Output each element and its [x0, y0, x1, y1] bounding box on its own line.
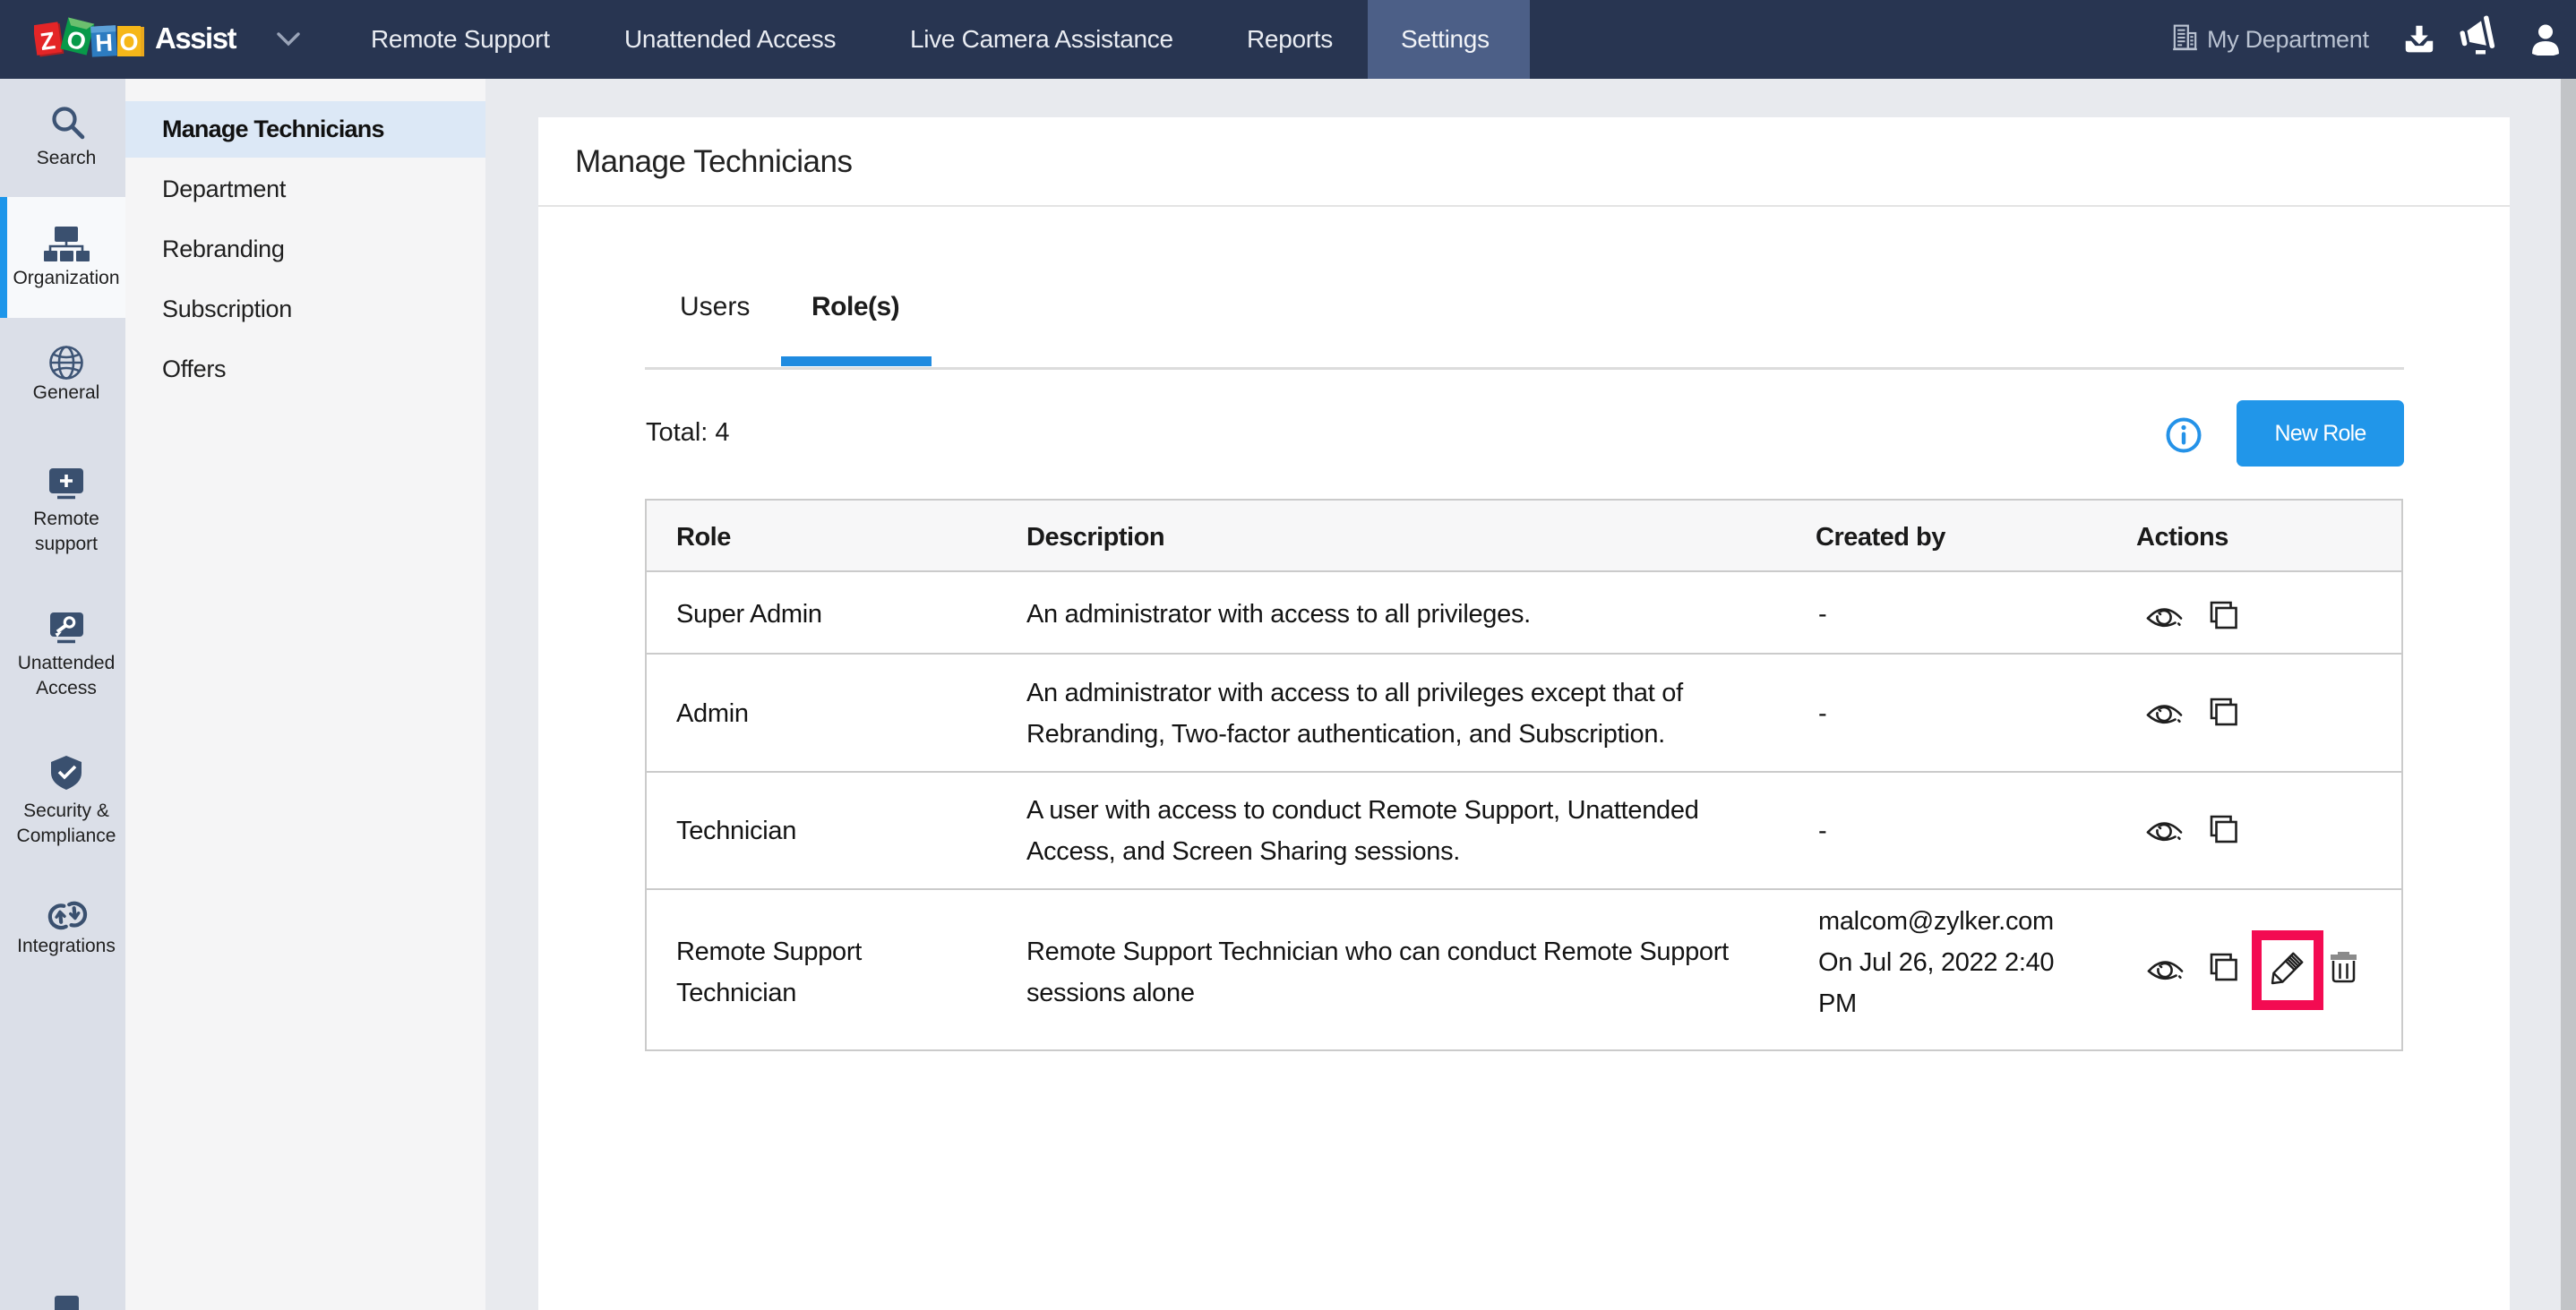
svg-text:H: H — [95, 29, 114, 56]
svg-text:O: O — [119, 29, 138, 56]
